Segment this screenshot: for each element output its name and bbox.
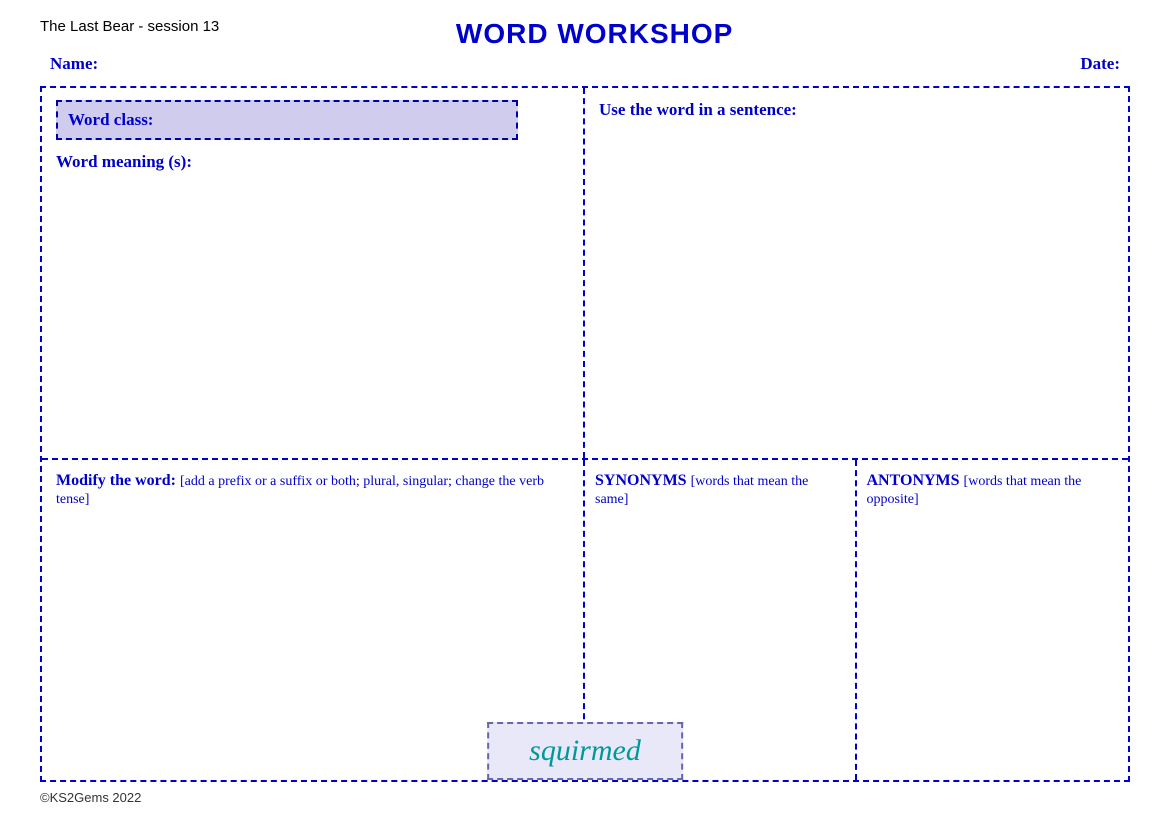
center-word-container: squirmed <box>487 722 683 780</box>
left-panel: Word class: Word meaning (s): <box>42 88 585 458</box>
word-meaning-heading: Word meaning (s): <box>56 152 569 172</box>
copyright-text: ©KS2Gems 2022 <box>40 790 141 805</box>
center-word-box: squirmed <box>487 722 683 780</box>
word-class-box: Word class: <box>56 100 518 140</box>
session-label: The Last Bear - session 13 <box>40 18 219 35</box>
center-word-text: squirmed <box>529 734 641 767</box>
modify-heading: Modify the word: [add a prefix or a suff… <box>56 472 569 508</box>
synonyms-heading-bold: SYNONYMS <box>595 472 687 489</box>
main-title: WORD WORKSHOP <box>219 18 970 50</box>
date-label: Date: <box>1080 54 1120 74</box>
right-panel: Use the word in a sentence: <box>585 88 1128 458</box>
antonyms-heading: ANTONYMS [words that mean the opposite] <box>867 472 1119 508</box>
name-label: Name: <box>50 54 98 74</box>
antonyms-heading-bold: ANTONYMS <box>867 472 960 489</box>
outer-container: Word class: Word meaning (s): Use the wo… <box>40 86 1130 782</box>
synonyms-heading: SYNONYMS [words that mean the same] <box>595 472 845 508</box>
bottom-right-panel: ANTONYMS [words that mean the opposite] <box>857 460 1129 780</box>
footer: ©KS2Gems 2022 <box>40 790 1130 805</box>
modify-heading-bold: Modify the word: <box>56 472 176 489</box>
name-date-row: Name: Date: <box>40 54 1130 74</box>
top-section: Word class: Word meaning (s): Use the wo… <box>42 88 1128 460</box>
top-bar: The Last Bear - session 13 WORD WORKSHOP <box>40 18 1130 50</box>
use-in-sentence-heading: Use the word in a sentence: <box>599 100 1114 120</box>
page: The Last Bear - session 13 WORD WORKSHOP… <box>0 0 1170 827</box>
word-class-heading: Word class: <box>68 110 153 129</box>
